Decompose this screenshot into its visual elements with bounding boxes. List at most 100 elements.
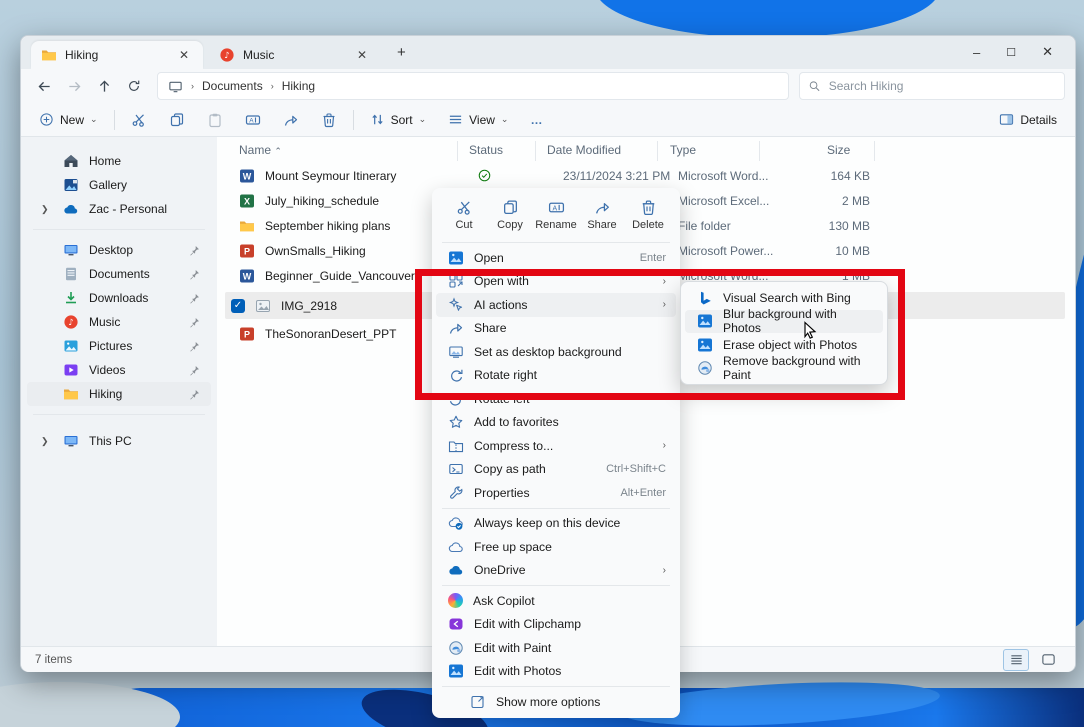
column-divider[interactable] [759, 141, 760, 161]
delete-button[interactable] [315, 108, 343, 132]
onedrive-cloud-icon [448, 562, 464, 578]
share-quick-button[interactable]: Share [580, 197, 624, 233]
up-button[interactable] [91, 73, 117, 99]
column-divider[interactable] [457, 141, 458, 161]
file-size: 2 MB [785, 194, 870, 208]
menu-label: Edit with Clipchamp [474, 617, 666, 631]
sidebar-item-this-pc[interactable]: ❯ This PC [27, 429, 211, 453]
column-header-size[interactable]: Size [827, 143, 850, 157]
menu-item-edit-with-clipchamp[interactable]: Edit with Clipchamp [436, 613, 676, 637]
forward-button[interactable] [61, 73, 87, 99]
delete-quick-button[interactable]: Delete [626, 197, 670, 233]
menu-item-add-to-favorites[interactable]: Add to favorites [436, 411, 676, 435]
menu-item-open[interactable]: OpenEnter [436, 246, 676, 270]
scissors-icon [456, 199, 473, 216]
menu-item-edit-with-photos[interactable]: Edit with Photos [436, 660, 676, 684]
menu-item-edit-with-paint[interactable]: Edit with Paint [436, 636, 676, 660]
minimize-button[interactable]: – [973, 45, 980, 60]
sidebar-item-downloads[interactable]: Downloads [27, 286, 211, 310]
search-input[interactable] [827, 78, 1056, 94]
menu-label: Always keep on this device [474, 516, 666, 530]
breadcrumb-hiking[interactable]: Hiking [282, 79, 315, 93]
menu-shortcut: Ctrl+Shift+C [606, 463, 666, 475]
menu-item-copy-as-path[interactable]: Copy as pathCtrl+Shift+C [436, 458, 676, 482]
sidebar-item-desktop[interactable]: Desktop [27, 238, 211, 262]
column-divider[interactable] [535, 141, 536, 161]
menu-item-compress-to[interactable]: Compress to...› [436, 434, 676, 458]
menu-item-always-keep-on-device[interactable]: Always keep on this device [436, 512, 676, 536]
rename-button[interactable] [239, 108, 267, 132]
column-header-date[interactable]: Date Modified [547, 143, 621, 157]
tab-close-icon[interactable]: ✕ [353, 48, 371, 62]
file-row-mount-seymour[interactable]: Mount Seymour Itinerary 23/11/2024 3:21 … [225, 163, 1065, 188]
share-icon [283, 112, 299, 128]
thumbnail-view-icon [1041, 652, 1056, 667]
sidebar-item-home[interactable]: Home [27, 149, 211, 173]
copy-quick-button[interactable]: Copy [488, 197, 532, 233]
sidebar: Home Gallery ❯ Zac - Personal Desktop [21, 137, 217, 646]
show-more-icon [470, 694, 486, 710]
chevron-right-icon: › [663, 565, 666, 576]
column-header-name[interactable]: Name ⌃ [239, 143, 282, 157]
column-divider[interactable] [657, 141, 658, 161]
list-view-button[interactable] [1003, 649, 1029, 671]
new-button[interactable]: New ⌄ [33, 108, 104, 131]
sidebar-item-videos[interactable]: Videos [27, 358, 211, 382]
sort-button[interactable]: Sort ⌄ [364, 108, 433, 131]
breadcrumb[interactable]: › Documents › Hiking [157, 72, 789, 100]
sidebar-item-documents[interactable]: Documents [27, 262, 211, 286]
checkbox-checked[interactable]: ✓ [231, 299, 245, 313]
tab-close-icon[interactable]: ✕ [175, 48, 193, 62]
context-menu: Cut Copy Rename Share Delete OpenEnter O… [432, 188, 680, 718]
cut-quick-button[interactable]: Cut [442, 197, 486, 233]
menu-label: Edit with Photos [474, 664, 666, 678]
back-button[interactable] [31, 73, 57, 99]
tab-hiking[interactable]: Hiking ✕ [31, 41, 203, 69]
sidebar-item-hiking[interactable]: Hiking [27, 382, 211, 406]
chevron-right-icon[interactable]: ❯ [41, 436, 49, 447]
menu-item-show-more-options[interactable]: Show more options [436, 690, 676, 714]
breadcrumb-documents[interactable]: Documents [202, 79, 263, 93]
close-button[interactable]: ✕ [1042, 44, 1053, 60]
more-options-button[interactable]: … [524, 109, 548, 131]
folder-icon [63, 386, 79, 402]
rename-quick-button[interactable]: Rename [534, 197, 578, 233]
menu-item-ask-copilot[interactable]: Ask Copilot [436, 589, 676, 613]
column-header-status[interactable]: Status [469, 143, 503, 157]
menu-item-onedrive[interactable]: OneDrive› [436, 559, 676, 583]
cut-button[interactable] [125, 108, 153, 132]
sidebar-item-onedrive-personal[interactable]: ❯ Zac - Personal [27, 197, 211, 221]
share-button[interactable] [277, 108, 305, 132]
menu-shortcut: Alt+Enter [620, 487, 666, 499]
quick-label: Cut [455, 219, 472, 231]
menu-item-properties[interactable]: PropertiesAlt+Enter [436, 481, 676, 505]
quick-label: Copy [497, 219, 523, 231]
chevron-down-icon: ⌄ [501, 114, 509, 125]
sidebar-item-gallery[interactable]: Gallery [27, 173, 211, 197]
sort-asc-icon: ⌃ [274, 146, 282, 156]
column-divider[interactable] [874, 141, 875, 161]
thumbnail-view-button[interactable] [1035, 649, 1061, 671]
pin-icon [188, 316, 201, 329]
view-icon [448, 112, 463, 127]
navigation-bar: › Documents › Hiking [21, 69, 1075, 103]
copy-button[interactable] [163, 108, 191, 132]
paste-button[interactable] [201, 108, 229, 132]
details-button[interactable]: Details [993, 108, 1063, 131]
sort-icon [370, 112, 385, 127]
file-type: File folder [678, 219, 731, 233]
menu-item-free-up-space[interactable]: Free up space [436, 535, 676, 559]
maximize-button[interactable]: ☐ [1006, 46, 1016, 59]
menu-label: Show more options [496, 695, 666, 709]
chevron-right-icon[interactable]: ❯ [41, 204, 49, 215]
search-box[interactable] [799, 72, 1065, 100]
sidebar-item-pictures[interactable]: Pictures [27, 334, 211, 358]
tab-music[interactable]: Music ✕ [209, 41, 381, 69]
new-tab-button[interactable]: + [389, 42, 414, 63]
refresh-button[interactable] [121, 73, 147, 99]
sidebar-item-music[interactable]: Music [27, 310, 211, 334]
column-header-type[interactable]: Type [670, 143, 696, 157]
view-button[interactable]: View ⌄ [442, 108, 514, 131]
wrench-icon [448, 485, 464, 501]
menu-label: Edit with Paint [474, 641, 666, 655]
